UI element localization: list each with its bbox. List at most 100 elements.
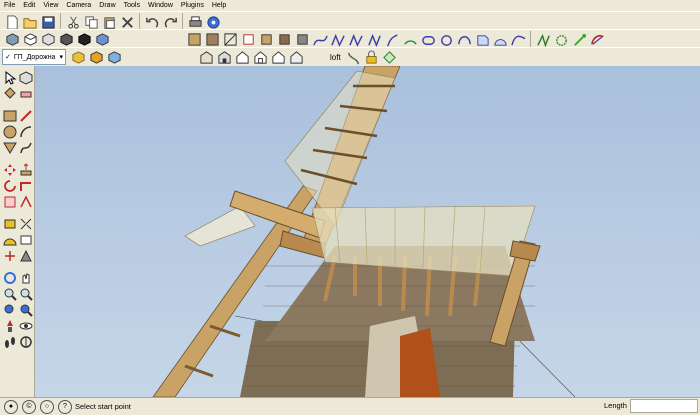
eraser-icon[interactable] xyxy=(18,86,33,101)
arc-icon[interactable] xyxy=(402,32,418,48)
text-tool-icon[interactable] xyxy=(18,232,33,247)
follow-me-tool-icon[interactable] xyxy=(18,178,33,193)
axes-tool-icon[interactable] xyxy=(2,248,17,263)
geo-location-icon[interactable]: ● xyxy=(4,399,18,414)
back-edges-icon[interactable] xyxy=(204,31,220,47)
credits-icon[interactable]: © xyxy=(22,399,36,414)
zoom-extents-icon[interactable] xyxy=(18,302,33,317)
move-tool-icon[interactable] xyxy=(2,162,17,177)
layer-manager-icon[interactable] xyxy=(70,49,86,65)
orbit-tool-icon[interactable] xyxy=(2,270,17,285)
instructor-icon[interactable]: ○ xyxy=(40,399,54,414)
house-icon[interactable] xyxy=(234,49,250,65)
menu-window[interactable]: Window xyxy=(144,0,177,11)
rectangle-tool-icon[interactable] xyxy=(2,108,17,123)
ellipse-icon[interactable] xyxy=(456,32,472,48)
cut-icon[interactable] xyxy=(65,14,81,30)
paint-bucket-icon[interactable] xyxy=(2,86,17,101)
house-door-icon[interactable] xyxy=(270,49,286,65)
star-icon[interactable] xyxy=(553,32,569,48)
zoom-window-icon[interactable] xyxy=(18,286,33,301)
menu-tools[interactable]: Tools xyxy=(120,0,144,11)
menu-edit[interactable]: Edit xyxy=(19,0,39,11)
menu-plugins[interactable]: Plugins xyxy=(177,0,208,11)
arc-tool-icon[interactable] xyxy=(18,124,33,139)
menu-file[interactable]: File xyxy=(0,0,19,11)
segment-icon[interactable] xyxy=(492,32,508,48)
undo-icon[interactable] xyxy=(144,14,160,30)
layer-dropdown[interactable]: ✓ ГП_Дорожна ▾ xyxy=(2,49,66,65)
shaded-icon[interactable] xyxy=(258,31,274,47)
curviloft-icon[interactable] xyxy=(346,49,362,65)
wave-icon[interactable] xyxy=(510,32,526,48)
rotate-tool-icon[interactable] xyxy=(2,178,17,193)
tape-measure-icon[interactable] xyxy=(2,216,17,231)
house-empty-icon[interactable] xyxy=(288,49,304,65)
protractor-icon[interactable] xyxy=(2,232,17,247)
iso-view-icon[interactable] xyxy=(4,31,20,47)
make-component-icon[interactable] xyxy=(18,70,33,85)
polyline-icon[interactable] xyxy=(330,32,346,48)
offset-tool-icon[interactable] xyxy=(18,194,33,209)
copy-icon[interactable] xyxy=(83,14,99,30)
push-pull-tool-icon[interactable] xyxy=(18,162,33,177)
cubic-bezier-icon[interactable] xyxy=(384,32,400,48)
leaf-icon[interactable] xyxy=(589,32,605,48)
open-icon[interactable] xyxy=(22,14,38,30)
scale-tool-icon[interactable] xyxy=(2,194,17,209)
circle-curve-icon[interactable] xyxy=(438,32,454,48)
save-icon[interactable] xyxy=(40,14,56,30)
position-camera-icon[interactable] xyxy=(2,318,17,333)
redo-icon[interactable] xyxy=(162,14,178,30)
menu-camera[interactable]: Camera xyxy=(62,0,95,11)
polygon-tool-icon[interactable] xyxy=(2,140,17,155)
textured-icon[interactable] xyxy=(276,31,292,47)
rounded-rect-icon[interactable] xyxy=(420,32,436,48)
select-tool-icon[interactable] xyxy=(2,70,17,85)
hidden-line-icon[interactable] xyxy=(240,31,256,47)
section-plane-tool-icon[interactable] xyxy=(18,334,33,349)
previous-view-icon[interactable] xyxy=(2,302,17,317)
bezier-icon[interactable] xyxy=(312,32,328,48)
catmull-icon[interactable] xyxy=(366,32,382,48)
3d-text-icon[interactable] xyxy=(18,248,33,263)
monochrome-icon[interactable] xyxy=(294,31,310,47)
look-around-icon[interactable] xyxy=(18,318,33,333)
polygon-icon[interactable] xyxy=(571,32,587,48)
wireframe-icon[interactable] xyxy=(222,31,238,47)
menu-help[interactable]: Help xyxy=(208,0,230,11)
weld-icon[interactable] xyxy=(382,49,398,65)
new-icon[interactable] xyxy=(4,14,20,30)
component-icon[interactable] xyxy=(88,49,104,65)
left-view-icon[interactable] xyxy=(94,31,110,47)
menu-draw[interactable]: Draw xyxy=(95,0,119,11)
menu-view[interactable]: View xyxy=(39,0,62,11)
freehand-tool-icon[interactable] xyxy=(18,140,33,155)
line-tool-icon[interactable] xyxy=(18,108,33,123)
walk-tool-icon[interactable] xyxy=(2,334,17,349)
print-icon[interactable] xyxy=(187,14,203,30)
spline-icon[interactable] xyxy=(348,32,364,48)
dimension-tool-icon[interactable] xyxy=(18,216,33,231)
model-info-icon[interactable] xyxy=(205,14,221,30)
back-view-icon[interactable] xyxy=(76,31,92,47)
front-view-icon[interactable] xyxy=(40,31,56,47)
xray-icon[interactable] xyxy=(186,31,202,47)
lock-icon[interactable] xyxy=(364,49,380,65)
help-icon[interactable]: ? xyxy=(58,399,72,414)
blob-icon[interactable] xyxy=(474,32,490,48)
measurements-input[interactable] xyxy=(630,399,698,413)
circle-tool-icon[interactable] xyxy=(2,124,17,139)
paste-icon[interactable] xyxy=(101,14,117,30)
house-outline-icon[interactable] xyxy=(252,49,268,65)
zoom-tool-icon[interactable] xyxy=(2,286,17,301)
erase-icon[interactable] xyxy=(119,14,135,30)
display-sections-icon[interactable] xyxy=(216,49,232,65)
spiral-icon[interactable] xyxy=(535,32,551,48)
group-icon[interactable] xyxy=(106,49,122,65)
right-view-icon[interactable] xyxy=(58,31,74,47)
section-plane-icon[interactable] xyxy=(198,49,214,65)
top-view-icon[interactable] xyxy=(22,31,38,47)
model-viewport[interactable] xyxy=(35,66,700,397)
pan-tool-icon[interactable] xyxy=(18,270,33,285)
